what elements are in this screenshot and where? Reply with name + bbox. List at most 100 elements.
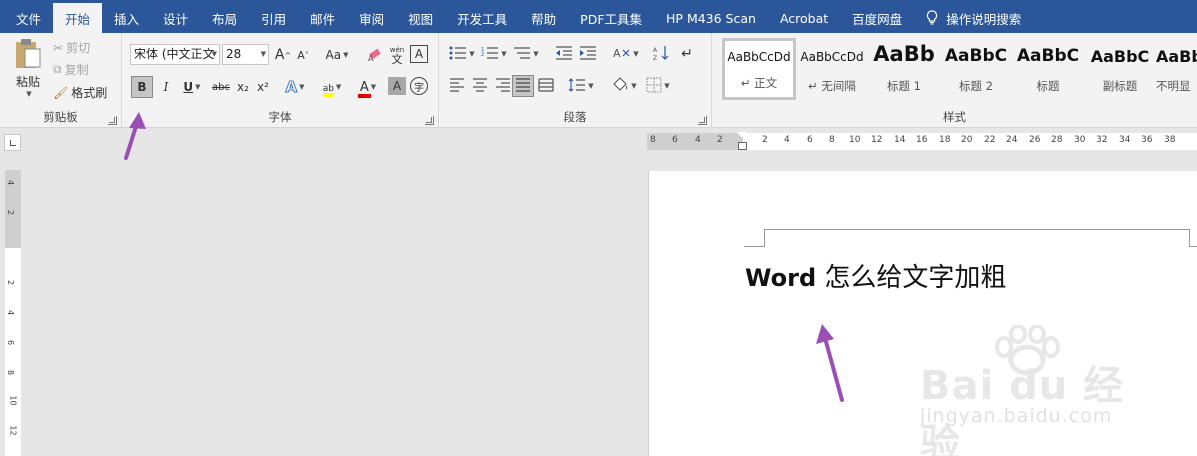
tab-insert[interactable]: 插入 — [102, 4, 151, 33]
tab-mailings[interactable]: 邮件 — [298, 4, 347, 33]
show-marks-button[interactable]: ↵ — [677, 44, 697, 64]
copy-button[interactable]: ⧉ 复制 — [53, 61, 89, 78]
font-size-combo[interactable]: 28 ▼ — [222, 44, 269, 65]
highlight-button[interactable]: ab ▼ — [316, 77, 348, 97]
superscript-button[interactable]: x² — [254, 77, 272, 97]
tab-acrobat[interactable]: Acrobat — [768, 4, 840, 33]
font-color-button[interactable]: A ▼ — [352, 77, 384, 98]
clear-formatting-button[interactable]: A — [365, 45, 385, 65]
tab-developer[interactable]: 开发工具 — [445, 4, 519, 33]
style-subtle-emphasis[interactable]: AaBbC 不明显 — [1156, 38, 1197, 100]
tab-view[interactable]: 视图 — [396, 4, 445, 33]
style-name: 标题 — [1036, 79, 1060, 93]
phonetic-guide-button[interactable]: wén 文 — [388, 43, 406, 67]
ruler-number: 12 — [8, 425, 18, 436]
tab-baidu-netdisk[interactable]: 百度网盘 — [840, 4, 914, 33]
highlighter-icon: ab — [322, 80, 334, 97]
tab-layout[interactable]: 布局 — [200, 4, 249, 33]
font-dialog-launcher[interactable] — [425, 116, 434, 125]
chevron-down-icon: ▼ — [533, 50, 539, 58]
subscript-button[interactable]: x₂ — [234, 77, 252, 97]
ruler-number: 16 — [916, 135, 928, 145]
chevron-down-icon: ▼ — [633, 50, 639, 58]
character-shading-button[interactable]: A — [388, 77, 406, 95]
distributed-button[interactable] — [536, 76, 556, 96]
tab-design[interactable]: 设计 — [151, 4, 200, 33]
paste-button[interactable]: 粘贴 ▼ — [8, 38, 48, 98]
style-sample: AaBbCcDd — [800, 50, 864, 64]
decrease-indent-icon — [555, 45, 573, 63]
tab-references[interactable]: 引用 — [249, 4, 298, 33]
copy-label: 复制 — [64, 63, 89, 77]
style-no-spacing[interactable]: AaBbCcDd ↵ 无间隔 — [796, 38, 868, 100]
enclose-characters-button[interactable]: 字 — [410, 77, 428, 95]
shading-button[interactable]: ▼ — [609, 76, 639, 96]
chinese-layout-button[interactable]: A ▼ — [611, 44, 641, 64]
hanging-indent-marker[interactable] — [738, 142, 747, 150]
character-border-button[interactable]: A — [410, 45, 428, 63]
tab-help[interactable]: 帮助 — [519, 4, 568, 33]
horizontal-ruler[interactable]: 8 6 4 2 2 4 6 8 10 12 14 16 18 20 22 24 … — [647, 132, 1197, 150]
change-case-button[interactable]: Aa ▼ — [322, 45, 352, 65]
subscript-icon: x₂ — [237, 80, 249, 94]
ruler-number: 20 — [961, 135, 973, 145]
document-text-normal: 怎么给文字加粗 — [816, 263, 1007, 293]
style-normal[interactable]: AaBbCcDd ↵ 正文 — [722, 38, 796, 100]
bold-button[interactable]: B — [131, 76, 153, 98]
tab-hp-scan[interactable]: HP M436 Scan — [654, 4, 768, 33]
style-sample: AaBbC — [1016, 46, 1080, 66]
tell-me-search[interactable]: 操作说明搜索 — [914, 4, 1033, 33]
underline-button[interactable]: U ▼ — [178, 77, 206, 97]
style-title[interactable]: AaBbC 标题 — [1012, 38, 1084, 100]
align-left-button[interactable] — [447, 76, 467, 96]
paragraph-dialog-launcher[interactable] — [698, 116, 707, 125]
enclose-characters-icon: 字 — [414, 82, 424, 94]
multilevel-list-button[interactable]: ▼ — [511, 44, 541, 64]
bullets-button[interactable]: ▼ — [447, 44, 477, 64]
grow-font-button[interactable]: A ^ — [274, 45, 292, 65]
align-right-button[interactable] — [493, 76, 513, 96]
ribbon: 粘贴 ▼ ✂ 剪切 ⧉ 复制 🖌 格式刷 剪贴板 宋体 (中文正文 ▼ 28 ▼… — [0, 33, 1197, 128]
style-name: 副标题 — [1102, 79, 1138, 93]
line-spacing-button[interactable]: ▼ — [566, 76, 596, 96]
shrink-font-button[interactable]: A ˅ — [294, 45, 312, 65]
ruler-number: 8 — [829, 135, 835, 145]
tab-home[interactable]: 开始 — [53, 3, 103, 33]
style-subtitle[interactable]: AaBbC 副标题 — [1084, 38, 1156, 100]
watermark-url-text: jingyan.baidu.com — [920, 405, 1113, 427]
document-text[interactable]: Word 怎么给文字加粗 — [745, 257, 1006, 294]
tab-pdf-tools[interactable]: PDF工具集 — [568, 4, 654, 33]
style-name: ↵ 无间隔 — [808, 79, 856, 93]
style-sample: AaBbCcDd — [727, 50, 791, 64]
tab-selector[interactable] — [4, 134, 21, 151]
svg-text:A: A — [613, 47, 621, 60]
numbering-button[interactable]: 12 ▼ — [479, 44, 509, 64]
italic-button[interactable]: I — [157, 77, 175, 97]
increase-indent-button[interactable] — [578, 44, 598, 64]
align-center-button[interactable] — [470, 76, 490, 96]
text-effects-button[interactable]: A ▼ — [280, 77, 310, 97]
justify-button[interactable] — [512, 75, 534, 97]
baidu-watermark: Bai du 经验 jingyan.baidu.com — [920, 325, 1150, 456]
sort-button[interactable]: AZ — [651, 44, 671, 64]
vertical-ruler[interactable]: 4 2 2 4 6 8 10 12 — [5, 170, 21, 456]
cut-button[interactable]: ✂ 剪切 — [53, 39, 90, 56]
first-line-indent-marker[interactable] — [737, 132, 747, 138]
ruler-number: 38 — [1164, 135, 1176, 145]
ruler-number: 2 — [762, 135, 768, 145]
style-sample: AaBbC — [944, 46, 1008, 66]
clipboard-dialog-launcher[interactable] — [108, 116, 117, 125]
style-heading-1[interactable]: AaBb 标题 1 — [868, 38, 940, 100]
ruler-number: 10 — [849, 135, 861, 145]
paste-label: 粘贴 — [15, 75, 40, 89]
style-heading-2[interactable]: AaBbC 标题 2 — [940, 38, 1012, 100]
borders-button[interactable]: ▼ — [643, 76, 673, 96]
format-painter-button[interactable]: 🖌 格式刷 — [53, 84, 107, 101]
paintbrush-icon: 🖌 — [53, 85, 69, 100]
tab-file[interactable]: 文件 — [4, 4, 53, 33]
strikethrough-button[interactable]: abc — [210, 77, 232, 97]
ruler-number: 22 — [984, 135, 996, 145]
font-name-combo[interactable]: 宋体 (中文正文 ▼ — [130, 44, 220, 65]
decrease-indent-button[interactable] — [554, 44, 574, 64]
tab-review[interactable]: 审阅 — [347, 4, 396, 33]
